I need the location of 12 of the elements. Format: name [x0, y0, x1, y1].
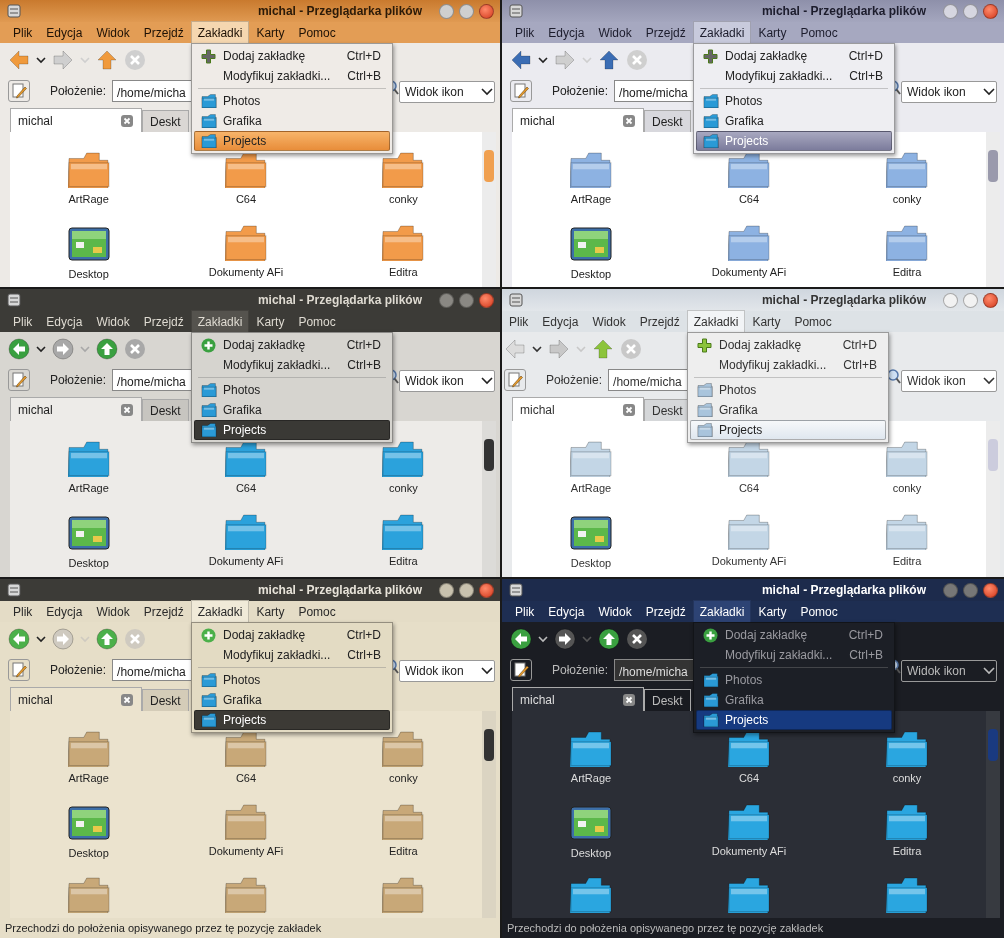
window-title: michal - Przeglądarka plików — [256, 3, 423, 20]
location-label: Położenie: — [546, 372, 603, 389]
window-title: michal - Przeglądarka plików — [760, 3, 927, 20]
window-title: michal - Przeglądarka plików — [760, 292, 927, 309]
window-title: michal - Przeglądarka plików — [760, 582, 927, 599]
location-label: Położenie: — [50, 662, 107, 679]
window-title: michal - Przeglądarka plików — [256, 582, 423, 599]
location-label: Położenie: — [50, 372, 107, 389]
location-label: Położenie: — [552, 662, 609, 679]
window-title: michal - Przeglądarka plików — [256, 292, 423, 309]
location-label: Położenie: — [552, 83, 609, 100]
location-label: Położenie: — [50, 83, 107, 100]
